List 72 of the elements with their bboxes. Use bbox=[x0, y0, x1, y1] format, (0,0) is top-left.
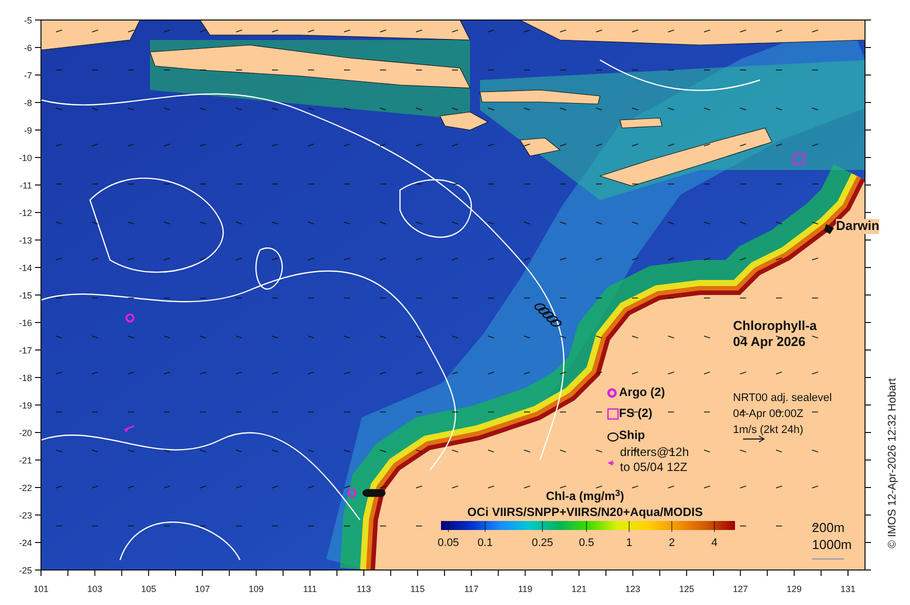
longitude-label: 113 bbox=[356, 584, 371, 594]
legend-label: FS (2) bbox=[619, 407, 652, 421]
latitude-label: -24 bbox=[18, 538, 32, 548]
latitude-label: -9 bbox=[24, 126, 32, 136]
scale-tick-label: 0.25 bbox=[532, 537, 554, 549]
latitude-label: -16 bbox=[18, 318, 32, 328]
longitude-label: 115 bbox=[410, 584, 425, 594]
latitude-label: -14 bbox=[18, 263, 32, 273]
longitude-label: 125 bbox=[679, 584, 694, 594]
longitude-label: 123 bbox=[625, 584, 640, 594]
latitude-label: -25 bbox=[18, 566, 32, 576]
copyright-note: © IMOS 12-Apr-2026 12:32 Hobart bbox=[885, 377, 900, 550]
latitude-label: -12 bbox=[18, 208, 32, 218]
sealevel-note: NRT00 adj. sealevel bbox=[733, 392, 832, 405]
longitude-label: 121 bbox=[571, 584, 587, 594]
scale-tick-label: 0.05 bbox=[438, 537, 460, 549]
place-label: Darwin bbox=[836, 219, 880, 234]
ship-track-icon bbox=[362, 489, 386, 497]
city-marker-icon bbox=[824, 224, 834, 234]
latitude-label: -11 bbox=[20, 180, 32, 190]
latitude-label: -15 bbox=[18, 290, 32, 300]
longitude-label: 131 bbox=[840, 584, 856, 594]
latitude-label: -17 bbox=[18, 346, 32, 356]
map-date: 04 Apr 2026 bbox=[733, 335, 806, 350]
arrow-icon bbox=[742, 436, 765, 442]
latitude-label: -22 bbox=[18, 483, 32, 493]
latitude-label: -8 bbox=[24, 98, 32, 108]
scale-tick-label: 2 bbox=[668, 537, 675, 549]
longitude-label: 101 bbox=[33, 584, 49, 594]
float-marker-icon bbox=[348, 488, 356, 498]
square-marker-icon bbox=[607, 408, 619, 420]
legend-label: Ship bbox=[619, 429, 645, 443]
latitude-label: -5 bbox=[24, 16, 32, 26]
latitude-label: -19 bbox=[18, 400, 32, 410]
ship-track-icon bbox=[534, 303, 562, 327]
contour-legend-label: 200m bbox=[812, 521, 845, 536]
float-marker-icon bbox=[126, 314, 134, 322]
sealevel-note: 1m/s (2kt 24h) bbox=[733, 424, 804, 437]
latitude-label: -18 bbox=[18, 373, 32, 383]
sealevel-note: 04-Apr 00:00Z bbox=[733, 408, 804, 421]
drifter-track-icon bbox=[608, 460, 615, 466]
longitude-label: 111 bbox=[303, 584, 317, 594]
legend-label: drifters@12h bbox=[620, 446, 689, 460]
latitude-label: -20 bbox=[18, 428, 32, 438]
longitude-label: 127 bbox=[732, 584, 748, 594]
latitude-label: -10 bbox=[18, 153, 32, 163]
float-marker-icon bbox=[607, 388, 617, 398]
scale-tick-label: 1 bbox=[626, 537, 632, 549]
longitude-label: 117 bbox=[464, 584, 479, 594]
latitude-label: -7 bbox=[24, 70, 32, 80]
longitude-label: 129 bbox=[786, 584, 802, 594]
longitude-label: 105 bbox=[141, 584, 156, 594]
contour-legend-label: 1000m bbox=[812, 538, 852, 553]
longitude-label: 109 bbox=[248, 584, 264, 594]
legend-label: Argo (2) bbox=[619, 386, 665, 400]
map-title: Chlorophyll-a bbox=[733, 319, 817, 334]
longitude-label: 103 bbox=[87, 584, 102, 594]
latitude-label: -21 bbox=[18, 456, 32, 466]
scale-tick-label: 0.5 bbox=[578, 537, 594, 549]
colorbar-title: Chl-a (mg/m$^{3}$) bbox=[546, 490, 624, 504]
ellipse-marker-icon bbox=[607, 432, 619, 442]
longitude-label: 107 bbox=[194, 584, 210, 594]
drifter-track-icon bbox=[123, 425, 135, 433]
latitude-label: -23 bbox=[18, 510, 32, 520]
longitude-label: 119 bbox=[518, 584, 532, 594]
latitude-label: -6 bbox=[24, 43, 32, 53]
scale-tick-label: 4 bbox=[711, 537, 718, 549]
scale-tick-label: 0.1 bbox=[477, 537, 493, 549]
legend-label: to 05/04 12Z bbox=[620, 461, 688, 475]
colorbar-subtitle: OCi VIIRS/SNPP+VIIRS/N20+Aqua/MODIS bbox=[467, 506, 703, 520]
latitude-label: -13 bbox=[18, 236, 32, 246]
square-marker-icon bbox=[793, 153, 805, 165]
